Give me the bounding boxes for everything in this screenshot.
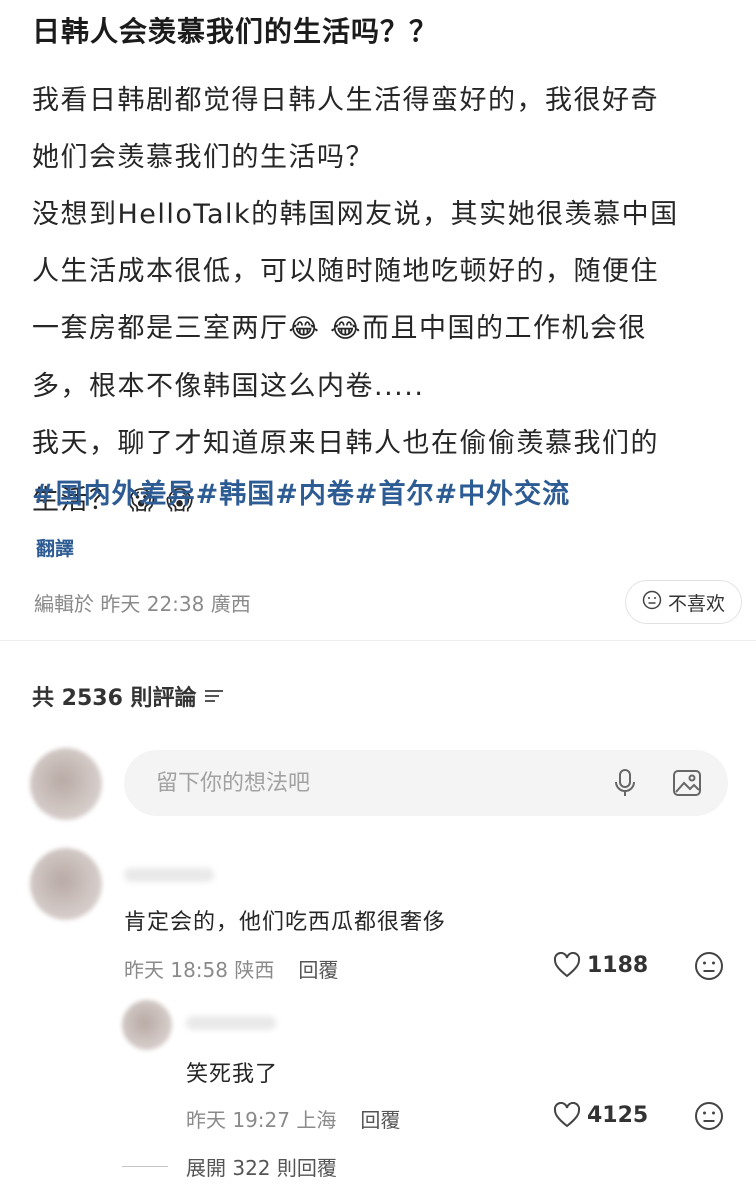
expand-replies-label: 展開 322 則回覆 (186, 1156, 337, 1180)
avatar (30, 748, 102, 820)
comment-meta: 昨天 18:58 陕西 回覆 (124, 954, 338, 983)
body-line: 多，根本不像韩国这么内卷..... (32, 371, 425, 402)
edited-meta: 編輯於 昨天 22:38 廣西 (34, 592, 251, 616)
comment-time: 昨天 18:58 陕西 (124, 958, 275, 982)
comment-text: 肯定会的，他们吃西瓜都很奢侈 (124, 910, 447, 935)
hashtags[interactable]: #国内外差异#韩国#内卷#首尔#中外交流 (32, 472, 570, 511)
body-line: 一套房都是三室两厅😂 😂而且中国的工作机会很 (32, 300, 732, 358)
divider (0, 640, 756, 641)
heart-icon (553, 1102, 581, 1128)
expand-replies[interactable]: 展開 322 則回覆 (122, 1152, 337, 1181)
reply-button[interactable]: 回覆 (298, 954, 338, 983)
username[interactable] (186, 1016, 276, 1030)
heart-icon (553, 952, 581, 978)
comments-count[interactable]: 共 2536 則評論 (32, 680, 223, 712)
username[interactable] (124, 868, 214, 882)
mic-icon[interactable] (614, 768, 636, 802)
avatar[interactable] (30, 848, 102, 920)
translate-link[interactable]: 翻譯 (36, 534, 74, 561)
like-count: 4125 (587, 1102, 649, 1128)
comment-input[interactable] (154, 769, 578, 797)
like-button[interactable]: 4125 (553, 1102, 648, 1128)
laugh-emoji: 😂 😂 (288, 314, 363, 344)
body-line: 我天，聊了才知道原来日韩人也在偷偷羡慕我们的 (32, 428, 659, 459)
comment-meta: 昨天 19:27 上海 回覆 (186, 1104, 400, 1133)
reply-button[interactable]: 回覆 (360, 1104, 400, 1133)
comment-time: 昨天 19:27 上海 (186, 1108, 337, 1132)
body-line-part: 而且中国的工作机会很 (362, 313, 648, 344)
like-button[interactable]: 1188 (553, 952, 648, 978)
dislike-button[interactable]: 不喜欢 (624, 580, 742, 624)
body-line: 人生活成本很低，可以随时随地吃顿好的，随便住 (32, 256, 659, 287)
post-title: 日韩人会羡慕我们的生活吗？？ (32, 15, 439, 48)
neutral-face-icon[interactable] (694, 1101, 724, 1135)
sort-icon[interactable] (204, 687, 223, 705)
image-icon[interactable] (672, 768, 702, 802)
body-line: 我看日韩剧都觉得日韩人生活得蛮好的，我很好奇 (32, 85, 659, 116)
comment-input-box[interactable] (124, 750, 728, 816)
avatar[interactable] (122, 1000, 172, 1050)
comment-text: 笑死我了 (186, 1062, 279, 1087)
body-line-part: 一套房都是三室两厅 (32, 313, 289, 344)
dislike-label: 不喜欢 (667, 592, 725, 615)
divider (122, 1166, 168, 1167)
body-line: 她们会羡慕我们的生活吗？ (32, 142, 374, 173)
neutral-face-icon (642, 590, 662, 615)
comments-count-label: 共 2536 則評論 (32, 686, 197, 711)
neutral-face-icon[interactable] (694, 951, 724, 985)
body-line: 没想到HelloTalk的韩国网友说，其实她很羡慕中国 (32, 199, 679, 230)
like-count: 1188 (587, 952, 649, 978)
post-body: 我看日韩剧都觉得日韩人生活得蛮好的，我很好奇 她们会羡慕我们的生活吗？ 没想到H… (32, 72, 732, 530)
